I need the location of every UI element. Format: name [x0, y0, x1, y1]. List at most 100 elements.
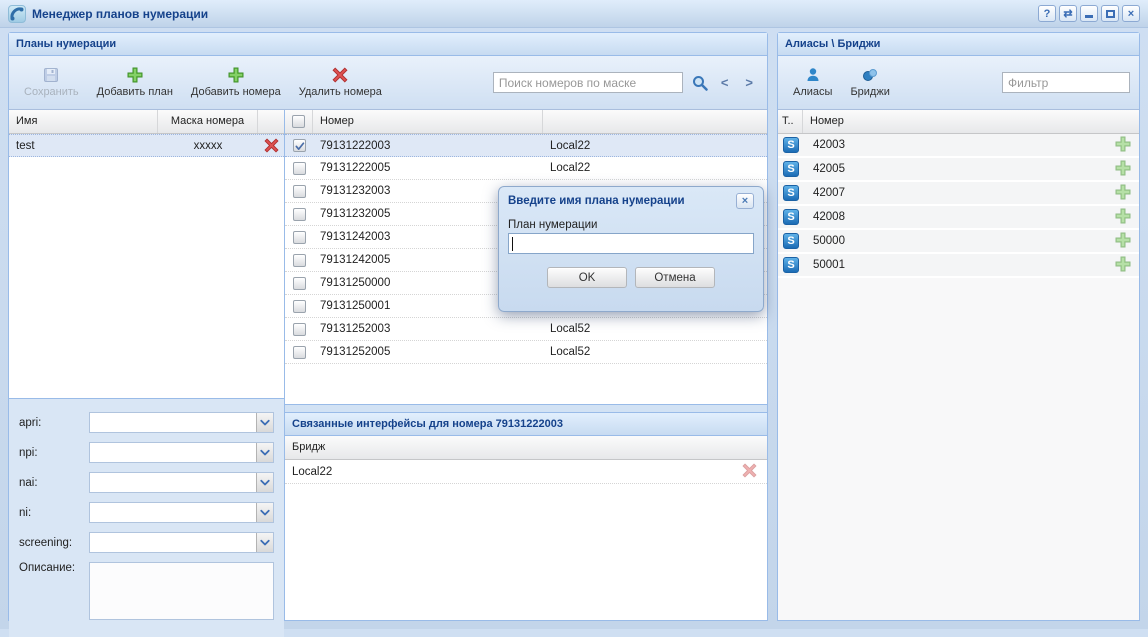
npi-combobox[interactable] — [89, 442, 274, 463]
alias-row[interactable]: S 42005 — [778, 158, 1139, 182]
row-checkbox[interactable] — [293, 277, 306, 290]
number-row[interactable]: 79131222005 Local22 — [285, 157, 767, 180]
save-button[interactable]: Сохранить — [15, 64, 88, 101]
add-alias-icon[interactable] — [1115, 256, 1131, 275]
ok-button[interactable]: OK — [547, 267, 627, 288]
plans-panel-title: Планы нумерации — [9, 33, 767, 56]
refresh-button[interactable]: ⇄ — [1059, 5, 1077, 22]
row-checkbox-checked[interactable] — [293, 139, 306, 152]
add-plan-button[interactable]: Добавить план — [88, 64, 182, 101]
row-checkbox[interactable] — [293, 208, 306, 221]
delete-plan-icon[interactable] — [258, 138, 284, 153]
alias-number: 42003 — [806, 139, 852, 151]
add-alias-icon[interactable] — [1115, 160, 1131, 179]
plan-name-dialog: Введите имя плана нумерации × План нумер… — [498, 186, 764, 312]
add-alias-icon[interactable] — [1115, 208, 1131, 227]
plus-icon — [228, 67, 244, 83]
linked-interfaces-title: Связанные интерфейсы для номера 79131222… — [285, 413, 767, 436]
description-textarea[interactable] — [89, 562, 274, 620]
row-checkbox[interactable] — [293, 254, 306, 267]
number-row[interactable]: 79131252005 Local52 — [285, 341, 767, 364]
bridge-value: Local22 — [543, 140, 767, 152]
search-icon[interactable] — [692, 75, 708, 91]
minimize-button[interactable] — [1080, 5, 1098, 22]
add-alias-icon[interactable] — [1115, 232, 1131, 251]
alias-row[interactable]: S 50001 — [778, 254, 1139, 278]
delete-interface-icon[interactable] — [742, 463, 757, 481]
select-all-checkbox[interactable] — [292, 115, 305, 128]
npi-label: npi: — [19, 447, 89, 459]
aliases-panel-title: Алиасы \ Бриджи — [778, 33, 1139, 56]
search-input[interactable] — [493, 72, 683, 93]
chevron-down-icon[interactable] — [256, 413, 273, 432]
column-type[interactable]: T.. — [778, 110, 803, 133]
screening-combobox[interactable] — [89, 532, 274, 553]
alias-number: 42005 — [806, 163, 852, 175]
maximize-button[interactable] — [1101, 5, 1119, 22]
apri-label: apri: — [19, 417, 89, 429]
add-numbers-label: Добавить номера — [191, 86, 281, 98]
row-checkbox[interactable] — [293, 300, 306, 313]
close-button[interactable]: × — [1122, 5, 1140, 22]
number-row[interactable]: 79131222003 Local22 — [285, 134, 767, 157]
row-checkbox[interactable] — [293, 323, 306, 336]
column-name[interactable]: Имя — [9, 110, 158, 133]
column-number[interactable]: Номер — [313, 110, 543, 133]
plan-mask: xxxxx — [158, 140, 258, 152]
next-page-button[interactable]: > — [741, 75, 757, 90]
column-bridge[interactable]: Бридж — [285, 436, 767, 459]
ni-label: ni: — [19, 507, 89, 519]
interface-row[interactable]: Local22 — [285, 460, 767, 484]
chevron-down-icon[interactable] — [256, 443, 273, 462]
sip-icon: S — [783, 233, 799, 249]
add-plan-label: Добавить план — [97, 86, 173, 98]
bridges-button[interactable]: Бриджи — [841, 64, 898, 101]
chevron-down-icon[interactable] — [256, 473, 273, 492]
bridge-icon — [862, 67, 878, 83]
number-properties-form: apri: npi: — [9, 398, 284, 637]
linked-interfaces-panel: Связанные интерфейсы для номера 79131222… — [285, 412, 767, 620]
number-row[interactable]: 79131252003 Local52 — [285, 318, 767, 341]
nai-combobox[interactable] — [89, 472, 274, 493]
nai-label: nai: — [19, 477, 89, 489]
row-checkbox[interactable] — [293, 346, 306, 359]
bridges-button-label: Бриджи — [850, 86, 889, 98]
add-alias-icon[interactable] — [1115, 136, 1131, 155]
prev-page-button[interactable]: < — [717, 75, 733, 90]
row-checkbox[interactable] — [293, 185, 306, 198]
add-alias-icon[interactable] — [1115, 184, 1131, 203]
numbers-grid-header: Номер — [285, 110, 767, 134]
column-alias-number[interactable]: Номер — [803, 110, 1139, 133]
row-checkbox[interactable] — [293, 231, 306, 244]
sip-icon: S — [783, 257, 799, 273]
column-mask[interactable]: Маска номера — [158, 110, 258, 133]
number-value: 79131222003 — [313, 140, 543, 152]
sip-icon: S — [783, 209, 799, 225]
alias-number: 42008 — [806, 211, 852, 223]
aliases-button[interactable]: Алиасы — [784, 64, 841, 101]
window-controls: ? ⇄ × — [1038, 5, 1140, 22]
alias-row[interactable]: S 42007 — [778, 182, 1139, 206]
plan-row[interactable]: test xxxxx — [9, 134, 284, 157]
dialog-close-icon[interactable]: × — [736, 193, 754, 209]
dialog-title: Введите имя плана нумерации — [508, 195, 685, 207]
chevron-down-icon[interactable] — [256, 533, 273, 552]
add-numbers-button[interactable]: Добавить номера — [182, 64, 290, 101]
cancel-button[interactable]: Отмена — [635, 267, 715, 288]
apri-combobox[interactable] — [89, 412, 274, 433]
chevron-down-icon[interactable] — [256, 503, 273, 522]
plan-name-input[interactable] — [508, 233, 754, 254]
alias-row[interactable]: S 50000 — [778, 230, 1139, 254]
delete-numbers-button[interactable]: Удалить номера — [290, 64, 391, 101]
help-button[interactable]: ? — [1038, 5, 1056, 22]
aliases-toolbar: Алиасы Бриджи — [778, 56, 1139, 110]
sip-icon: S — [783, 137, 799, 153]
alias-row[interactable]: S 42003 — [778, 134, 1139, 158]
ni-combobox[interactable] — [89, 502, 274, 523]
aliases-button-label: Алиасы — [793, 86, 832, 98]
row-checkbox[interactable] — [293, 162, 306, 175]
alias-row[interactable]: S 42008 — [778, 206, 1139, 230]
filter-input[interactable] — [1002, 72, 1130, 93]
bridge-value: Local52 — [543, 346, 767, 358]
person-icon — [805, 67, 821, 83]
